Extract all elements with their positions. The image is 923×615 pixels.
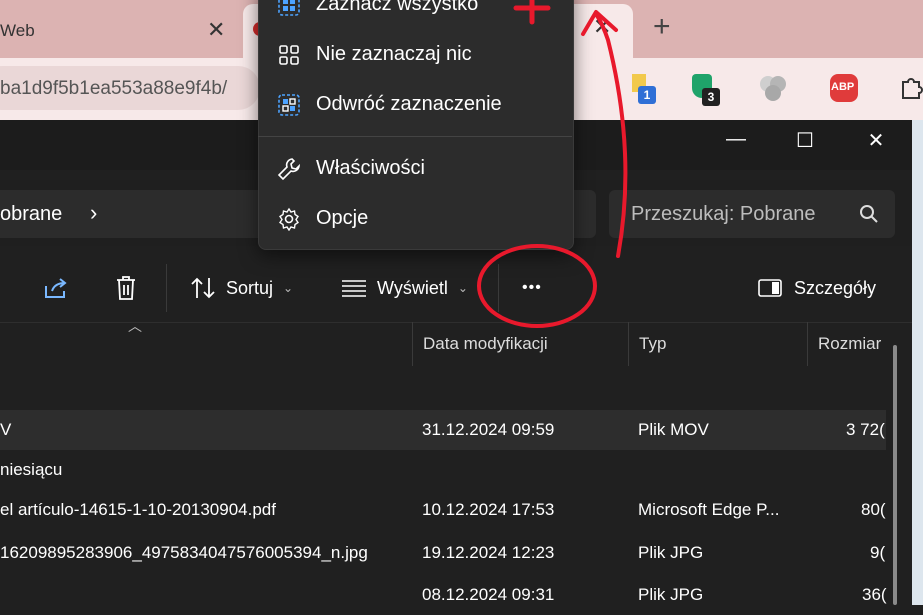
annotation-arrow bbox=[594, 12, 628, 258]
annotation-plus bbox=[513, 0, 551, 25]
annotation-circle bbox=[477, 244, 597, 328]
annotation-overlay bbox=[477, 0, 628, 328]
